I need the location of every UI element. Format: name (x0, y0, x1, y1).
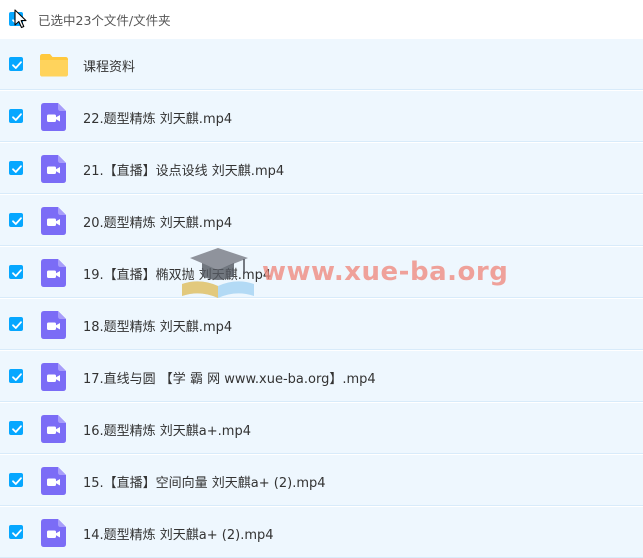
file-name[interactable]: 课程资料 (83, 56, 135, 75)
file-name[interactable]: 15.【直播】空间向量 刘天麒a+ (2).mp4 (83, 472, 326, 491)
folder-row[interactable]: 课程资料 (0, 39, 643, 90)
file-row[interactable]: 14.题型精炼 刘天麒a+ (2).mp4 (0, 507, 643, 558)
file-row[interactable]: 16.题型精炼 刘天麒a+.mp4 (0, 403, 643, 454)
video-file-icon (39, 102, 69, 132)
row-checkbox[interactable] (9, 369, 23, 383)
checkmark-icon (12, 373, 22, 381)
checkmark-icon (12, 529, 22, 537)
video-file-icon (39, 258, 69, 288)
file-name[interactable]: 20.题型精炼 刘天麒.mp4 (83, 212, 232, 231)
checkmark-icon (12, 269, 22, 277)
file-row[interactable]: 20.题型精炼 刘天麒.mp4 (0, 195, 643, 246)
video-file-icon (39, 518, 69, 548)
mouse-cursor-icon (14, 9, 27, 29)
selection-header: 已选中23个文件/文件夹 (0, 0, 643, 38)
file-row[interactable]: 15.【直播】空间向量 刘天麒a+ (2).mp4 (0, 455, 643, 506)
file-name[interactable]: 18.题型精炼 刘天麒.mp4 (83, 316, 232, 335)
row-checkbox[interactable] (9, 317, 23, 331)
row-checkbox[interactable] (9, 161, 23, 175)
checkmark-icon (12, 165, 22, 173)
checkmark-icon (12, 61, 22, 69)
file-row[interactable]: 18.题型精炼 刘天麒.mp4 (0, 299, 643, 350)
file-name[interactable]: 21.【直播】设点设线 刘天麒.mp4 (83, 160, 284, 179)
row-checkbox[interactable] (9, 473, 23, 487)
row-checkbox[interactable] (9, 57, 23, 71)
file-row[interactable]: 17.直线与圆 【学 霸 网 www.xue-ba.org】.mp4 (0, 351, 643, 402)
video-file-icon (39, 154, 69, 184)
video-file-icon (39, 362, 69, 392)
video-file-icon (39, 466, 69, 496)
video-file-icon (39, 310, 69, 340)
file-row[interactable]: 19.【直播】椭双抛 刘天麒.mp4 (0, 247, 643, 298)
video-file-icon (39, 414, 69, 444)
row-checkbox[interactable] (9, 265, 23, 279)
checkmark-icon (12, 113, 22, 121)
row-checkbox[interactable] (9, 213, 23, 227)
checkmark-icon (12, 477, 22, 485)
row-checkbox[interactable] (9, 421, 23, 435)
checkmark-icon (12, 321, 22, 329)
file-name[interactable]: 16.题型精炼 刘天麒a+.mp4 (83, 420, 251, 439)
selection-count-text: 已选中23个文件/文件夹 (38, 13, 171, 28)
file-name[interactable]: 19.【直播】椭双抛 刘天麒.mp4 (83, 264, 271, 283)
folder-icon (39, 50, 69, 80)
file-name[interactable]: 17.直线与圆 【学 霸 网 www.xue-ba.org】.mp4 (83, 368, 376, 387)
checkmark-icon (12, 217, 22, 225)
row-checkbox[interactable] (9, 525, 23, 539)
file-name[interactable]: 14.题型精炼 刘天麒a+ (2).mp4 (83, 524, 274, 543)
checkmark-icon (12, 425, 22, 433)
file-row[interactable]: 22.题型精炼 刘天麒.mp4 (0, 91, 643, 142)
row-checkbox[interactable] (9, 109, 23, 123)
video-file-icon (39, 206, 69, 236)
file-row[interactable]: 21.【直播】设点设线 刘天麒.mp4 (0, 143, 643, 194)
file-name[interactable]: 22.题型精炼 刘天麒.mp4 (83, 108, 232, 127)
